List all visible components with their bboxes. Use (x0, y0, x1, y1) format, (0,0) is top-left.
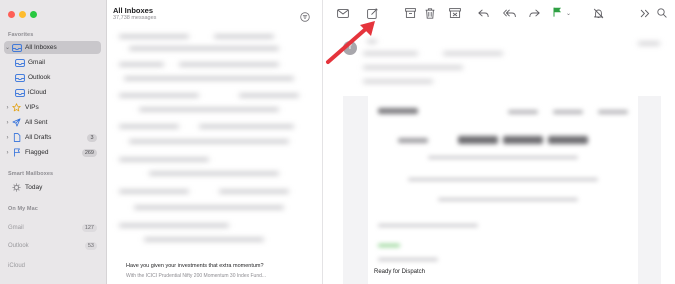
smart-mailboxes-section-label: Smart Mailboxes (8, 171, 54, 177)
inbox-icon (14, 58, 25, 67)
gear-icon (11, 183, 22, 192)
sidebar-item-label: All Inboxes (25, 44, 57, 51)
archive-icon[interactable] (403, 6, 417, 20)
sidebar-item-label: Today (25, 184, 43, 191)
blurred-email-content (368, 96, 638, 266)
favorites-section-label: Favorites (8, 32, 34, 38)
sidebar-item-label: Gmail (8, 224, 24, 231)
sidebar-item-all-sent[interactable]: › All Sent (4, 116, 101, 129)
on-my-mac-section-label: On My Mac (8, 206, 38, 212)
flag-icon (553, 4, 562, 22)
sidebar-item-today[interactable]: Today (4, 181, 101, 194)
window-controls (8, 11, 37, 18)
sidebar-item-outlook[interactable]: Outlook (14, 71, 101, 84)
sidebar-item-label: VIPs (25, 104, 39, 111)
chevron-down-icon[interactable]: ⌄ (4, 44, 11, 51)
chevron-right-icon[interactable]: › (4, 105, 11, 111)
message-preview-subject[interactable]: Have you given your investments that ext… (126, 263, 264, 269)
sidebar-item-label: Gmail (28, 59, 45, 66)
sidebar-item-all-inboxes[interactable]: ⌄ All Inboxes (4, 41, 101, 54)
email-footer-text: Ready for Dispatch (374, 269, 426, 275)
message-preview-snippet: With the ICICI Prudential Nifty 200 Mome… (126, 273, 267, 279)
sidebar-item-label: All Sent (25, 119, 48, 126)
sidebar-item-label: Flagged (25, 149, 49, 156)
blurred-header (363, 38, 663, 98)
chevron-right-icon[interactable]: › (4, 120, 11, 126)
sidebar-item-local-outlook[interactable]: Outlook 53 (4, 239, 101, 252)
inbox-icon (11, 43, 22, 52)
reply-all-icon[interactable] (502, 6, 516, 20)
sidebar-item-vips[interactable]: › VIPs (4, 101, 101, 114)
sidebar-item-icloud[interactable]: iCloud (14, 86, 101, 99)
sidebar-item-label: iCloud (28, 89, 47, 96)
flag-menu-button[interactable]: ⌄ (553, 6, 575, 20)
junk-icon[interactable] (448, 6, 462, 20)
chevron-right-icon[interactable]: › (4, 150, 11, 156)
sidebar: Favorites ⌄ All Inboxes Gmail Outlook iC… (0, 0, 107, 284)
reply-icon[interactable] (476, 6, 490, 20)
sidebar-item-label: All Drafts (25, 134, 52, 141)
filter-icon[interactable] (300, 9, 310, 22)
sidebar-item-label: Outlook (28, 74, 51, 81)
more-icon[interactable] (638, 6, 652, 20)
email-body: Ready for Dispatch (343, 96, 661, 284)
count-badge: 53 (84, 241, 97, 250)
email-content: Ready for Dispatch (368, 96, 638, 284)
mute-icon[interactable] (591, 6, 605, 20)
sidebar-item-flagged[interactable]: › Flagged 269 (4, 146, 101, 159)
mailbox-title: All Inboxes (113, 6, 154, 15)
minimize-window-button[interactable] (19, 11, 26, 18)
zoom-window-button[interactable] (30, 11, 37, 18)
sidebar-item-label: Outlook (8, 242, 29, 249)
sidebar-item-local-icloud[interactable]: iCloud (4, 259, 101, 272)
search-icon[interactable] (655, 6, 669, 20)
message-list: All Inboxes 37,738 messages Have you giv… (107, 0, 323, 284)
paperplane-icon (11, 118, 22, 127)
sidebar-item-all-drafts[interactable]: › All Drafts 3 (4, 131, 101, 144)
forward-icon[interactable] (527, 6, 541, 20)
inbox-icon (14, 73, 25, 82)
sidebar-item-label: iCloud (8, 262, 26, 269)
count-badge: 127 (81, 223, 97, 232)
inbox-icon (14, 88, 25, 97)
count-badge: 3 (87, 133, 97, 142)
sidebar-item-local-gmail[interactable]: Gmail 127 (4, 221, 101, 234)
close-window-button[interactable] (8, 11, 15, 18)
flag-icon (11, 148, 22, 157)
sidebar-item-gmail[interactable]: Gmail (14, 56, 101, 69)
document-icon (11, 133, 22, 142)
chevron-right-icon[interactable]: › (4, 135, 11, 141)
trash-icon[interactable] (423, 6, 437, 20)
chevron-down-icon: ⌄ (566, 10, 572, 17)
blurred-message-rows (119, 30, 314, 255)
message-count: 37,738 messages (113, 15, 157, 21)
star-icon (11, 103, 22, 112)
annotation-arrow-icon (326, 21, 375, 64)
count-badge: 269 (81, 148, 97, 157)
